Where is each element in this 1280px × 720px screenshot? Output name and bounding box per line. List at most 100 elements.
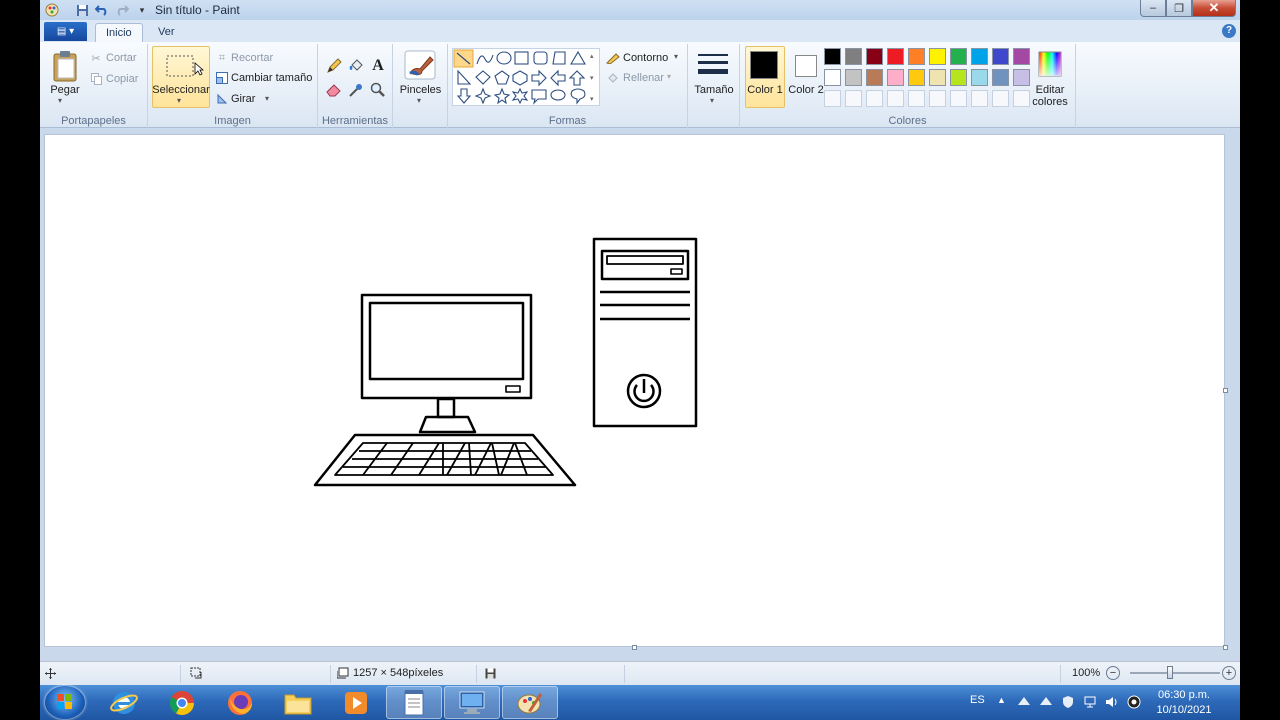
size-icon[interactable]: [696, 50, 730, 80]
text-icon[interactable]: A: [368, 56, 388, 76]
palette-custom-slot[interactable]: [866, 90, 883, 107]
palette-custom-slot[interactable]: [845, 90, 862, 107]
tray-app-icon-3[interactable]: [1126, 694, 1142, 710]
palette-color-swatch[interactable]: [929, 69, 946, 86]
tab-ver[interactable]: Ver: [148, 23, 185, 42]
cursor-icon: [193, 62, 205, 76]
palette-color-swatch[interactable]: [908, 69, 925, 86]
palette-custom-slot[interactable]: [929, 90, 946, 107]
resize-handle-right[interactable]: [1223, 388, 1228, 393]
zoom-slider-thumb[interactable]: [1167, 666, 1173, 679]
zoom-slider-track[interactable]: [1130, 672, 1220, 674]
computer-drawing: [313, 237, 698, 487]
palette-color-swatch[interactable]: [971, 48, 988, 65]
edit-colors-icon[interactable]: [1037, 50, 1063, 78]
rotate-button[interactable]: Girar: [231, 93, 255, 105]
color-picker-icon[interactable]: [346, 80, 366, 100]
language-indicator[interactable]: ES: [970, 694, 985, 706]
eraser-icon[interactable]: [324, 80, 344, 100]
save-icon[interactable]: [74, 2, 90, 18]
select-dropdown-icon[interactable]: ▾: [177, 96, 181, 105]
palette-color-swatch[interactable]: [845, 69, 862, 86]
drawing-canvas[interactable]: [44, 134, 1228, 650]
size-dropdown-icon[interactable]: ▾: [710, 96, 714, 105]
crop-button[interactable]: Recortar: [231, 52, 273, 64]
edit-colors-label[interactable]: Editar colores: [1028, 84, 1072, 108]
palette-color-swatch[interactable]: [992, 69, 1009, 86]
tray-app-icon[interactable]: [1016, 694, 1032, 710]
zoom-in-button[interactable]: +: [1222, 666, 1236, 680]
tab-inicio[interactable]: Inicio: [95, 23, 143, 42]
clock-date[interactable]: 10/10/2021: [1152, 704, 1216, 716]
palette-custom-slot[interactable]: [950, 90, 967, 107]
palette-color-swatch[interactable]: [845, 48, 862, 65]
palette-color-swatch[interactable]: [992, 48, 1009, 65]
volume-icon[interactable]: [1104, 694, 1120, 710]
resize-button[interactable]: Cambiar tamaño: [231, 72, 312, 84]
paint-app-icon[interactable]: [44, 2, 60, 18]
help-icon[interactable]: ?: [1222, 24, 1236, 38]
palette-color-swatch[interactable]: [887, 69, 904, 86]
palette-color-swatch[interactable]: [950, 69, 967, 86]
internet-explorer-icon[interactable]: [96, 686, 152, 719]
close-button[interactable]: ✕: [1192, 0, 1236, 17]
fill-dropdown-icon[interactable]: ▾: [667, 72, 671, 81]
paste-dropdown-icon[interactable]: ▾: [58, 96, 62, 105]
customize-quick-access-icon[interactable]: ▾: [134, 2, 150, 18]
palette-color-swatch[interactable]: [866, 48, 883, 65]
palette-custom-slot[interactable]: [992, 90, 1009, 107]
minimize-button[interactable]: –: [1140, 0, 1166, 17]
magnifier-icon[interactable]: [368, 80, 388, 100]
fill-button[interactable]: Rellenar: [623, 72, 664, 84]
resize-handle-corner[interactable]: [1223, 645, 1228, 650]
color1-swatch[interactable]: [750, 51, 778, 79]
brushes-dropdown-icon[interactable]: ▾: [417, 96, 421, 105]
rotate-dropdown-icon[interactable]: ▾: [265, 94, 269, 103]
paste-icon[interactable]: [50, 49, 80, 83]
maximize-button[interactable]: ❐: [1166, 0, 1192, 17]
palette-color-swatch[interactable]: [866, 69, 883, 86]
brushes-label[interactable]: Pinceles: [393, 84, 448, 96]
pencil-icon[interactable]: [324, 56, 344, 76]
outline-button[interactable]: Contorno: [623, 52, 668, 64]
start-button[interactable]: [45, 686, 85, 719]
media-player-icon[interactable]: [328, 686, 384, 719]
redo-icon[interactable]: [114, 2, 130, 18]
paint-icon[interactable]: [502, 686, 558, 719]
brushes-icon[interactable]: [403, 48, 437, 82]
show-hidden-icons-icon[interactable]: ▲: [997, 695, 1006, 705]
zoom-out-button[interactable]: −: [1106, 666, 1120, 680]
clock-time[interactable]: 06:30 p.m.: [1152, 689, 1216, 701]
size-label[interactable]: Tamaño: [688, 84, 740, 96]
color2-label[interactable]: Color 2: [786, 84, 826, 96]
outline-dropdown-icon[interactable]: ▾: [674, 52, 678, 61]
palette-color-swatch[interactable]: [1013, 48, 1030, 65]
resize-handle-bottom[interactable]: [632, 645, 637, 650]
color2-swatch[interactable]: [795, 55, 817, 77]
palette-color-swatch[interactable]: [824, 48, 841, 65]
firefox-icon[interactable]: [212, 686, 268, 719]
cut-button[interactable]: Cortar: [106, 52, 137, 64]
undo-icon[interactable]: [94, 2, 110, 18]
palette-color-swatch[interactable]: [824, 69, 841, 86]
copy-button[interactable]: Copiar: [106, 73, 138, 85]
paint-menu-button[interactable]: ▤ ▾: [44, 22, 87, 41]
file-explorer-icon[interactable]: [270, 686, 326, 719]
palette-color-swatch[interactable]: [950, 48, 967, 65]
palette-color-swatch[interactable]: [887, 48, 904, 65]
palette-custom-slot[interactable]: [824, 90, 841, 107]
notepad-icon[interactable]: [386, 686, 442, 719]
paste-label[interactable]: Pegar: [43, 84, 87, 96]
palette-color-swatch[interactable]: [971, 69, 988, 86]
palette-custom-slot[interactable]: [908, 90, 925, 107]
security-icon[interactable]: [1060, 694, 1076, 710]
palette-custom-slot[interactable]: [887, 90, 904, 107]
tray-app-icon-2[interactable]: [1038, 694, 1054, 710]
computer-icon[interactable]: [444, 686, 500, 719]
palette-color-swatch[interactable]: [929, 48, 946, 65]
fill-icon[interactable]: [346, 56, 366, 76]
network-icon[interactable]: [1082, 694, 1098, 710]
palette-color-swatch[interactable]: [908, 48, 925, 65]
palette-custom-slot[interactable]: [971, 90, 988, 107]
chrome-icon[interactable]: [154, 686, 210, 719]
